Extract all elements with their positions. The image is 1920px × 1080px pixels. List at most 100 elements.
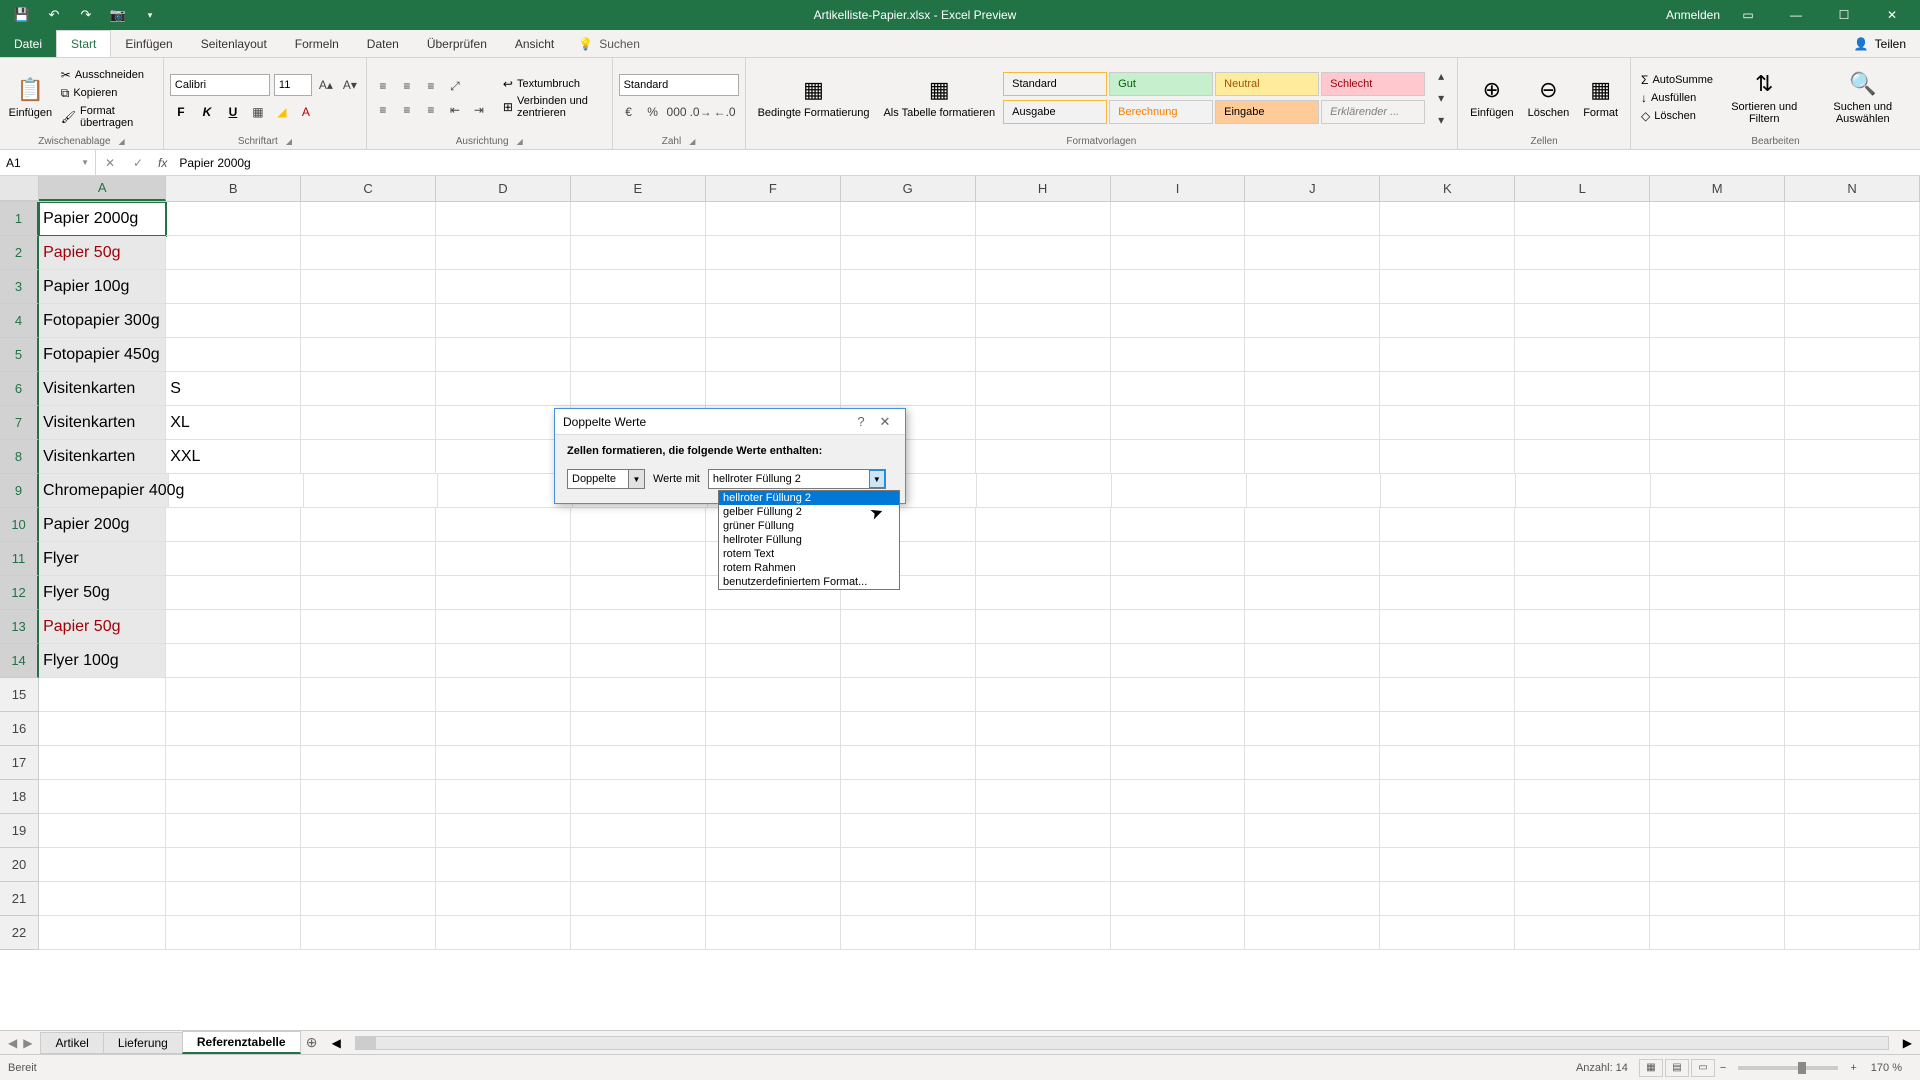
cell[interactable] — [1785, 848, 1920, 882]
grow-font-icon[interactable]: A▴ — [316, 75, 336, 95]
cell[interactable] — [841, 678, 976, 712]
cell[interactable] — [976, 270, 1111, 304]
cell[interactable] — [1380, 712, 1515, 746]
insert-cells-button[interactable]: ⊕Einfügen — [1464, 63, 1519, 133]
autosum-button[interactable]: ΣAutoSumme — [1637, 72, 1717, 88]
cell[interactable] — [166, 916, 301, 950]
cell[interactable] — [1785, 304, 1920, 338]
cell[interactable] — [1111, 780, 1246, 814]
cell[interactable] — [706, 916, 841, 950]
cell[interactable] — [1650, 916, 1785, 950]
cell[interactable]: Papier 100g — [39, 270, 166, 304]
cell[interactable] — [1380, 814, 1515, 848]
find-select-button[interactable]: 🔍Suchen und Auswählen — [1811, 63, 1914, 133]
cell[interactable] — [1380, 576, 1515, 610]
zoom-out-icon[interactable]: − — [1716, 1062, 1730, 1074]
style-bad[interactable]: Schlecht — [1321, 72, 1425, 96]
tab-home[interactable]: Start — [56, 30, 111, 57]
grid-body[interactable]: 1Papier 2000g2Papier 50g3Papier 100g4Fot… — [0, 202, 1920, 1036]
view-page-break-icon[interactable]: ▭ — [1691, 1059, 1715, 1077]
cell[interactable] — [166, 780, 301, 814]
cell[interactable] — [1785, 202, 1920, 236]
cell[interactable] — [301, 406, 436, 440]
tab-layout[interactable]: Seitenlayout — [187, 30, 281, 57]
cell[interactable] — [436, 644, 571, 678]
cell[interactable] — [1380, 508, 1515, 542]
indent-dec-icon[interactable]: ⇤ — [445, 100, 465, 120]
cell[interactable] — [1785, 474, 1920, 508]
formula-input[interactable] — [173, 156, 1920, 170]
cell[interactable] — [39, 780, 166, 814]
cell[interactable] — [1245, 440, 1380, 474]
column-header-H[interactable]: H — [976, 176, 1111, 201]
ribbon-options-icon[interactable]: ▭ — [1728, 0, 1768, 30]
cell[interactable] — [1380, 746, 1515, 780]
cell[interactable] — [39, 712, 166, 746]
cell[interactable] — [1650, 780, 1785, 814]
cell[interactable] — [436, 236, 571, 270]
cell[interactable] — [1247, 474, 1382, 508]
cell[interactable] — [1111, 508, 1246, 542]
format-as-table-button[interactable]: ▦ Als Tabelle formatieren — [877, 63, 1001, 133]
column-header-L[interactable]: L — [1515, 176, 1650, 201]
shrink-font-icon[interactable]: A▾ — [340, 75, 360, 95]
cell[interactable] — [706, 780, 841, 814]
cell[interactable] — [1650, 270, 1785, 304]
cell[interactable] — [1111, 440, 1246, 474]
cell[interactable] — [976, 440, 1111, 474]
cell[interactable] — [706, 678, 841, 712]
cell[interactable] — [1650, 814, 1785, 848]
row-header[interactable]: 19 — [0, 814, 39, 848]
cell[interactable] — [1650, 236, 1785, 270]
dropdown-option[interactable]: hellroter Füllung — [719, 533, 899, 547]
cell[interactable] — [1515, 644, 1650, 678]
cell[interactable] — [1111, 610, 1246, 644]
number-launcher-icon[interactable]: ◢ — [689, 137, 695, 146]
cell[interactable] — [301, 270, 436, 304]
italic-button[interactable]: K — [196, 102, 218, 122]
cell[interactable] — [1650, 712, 1785, 746]
cell[interactable] — [1111, 542, 1246, 576]
increase-decimal-icon[interactable]: .0→ — [691, 102, 711, 122]
cell[interactable] — [1516, 474, 1651, 508]
cell[interactable]: Fotopapier 450g — [39, 338, 166, 372]
cell[interactable] — [841, 746, 976, 780]
zoom-slider[interactable] — [1738, 1066, 1838, 1070]
cell[interactable] — [977, 474, 1112, 508]
cell[interactable]: Visitenkarten — [39, 406, 166, 440]
cell[interactable] — [436, 338, 571, 372]
cell[interactable] — [1380, 304, 1515, 338]
column-header-I[interactable]: I — [1111, 176, 1246, 201]
dropdown-option[interactable]: gelber Füllung 2 — [719, 505, 899, 519]
row-header[interactable]: 16 — [0, 712, 39, 746]
cell[interactable] — [169, 474, 304, 508]
row-header[interactable]: 10 — [0, 508, 39, 542]
cell[interactable] — [841, 814, 976, 848]
cell[interactable] — [1380, 440, 1515, 474]
row-header[interactable]: 9 — [0, 474, 39, 508]
tab-formulas[interactable]: Formeln — [281, 30, 353, 57]
dropdown-option[interactable]: rotem Rahmen — [719, 561, 899, 575]
duplicate-type-select[interactable]: Doppelte ▼ — [567, 469, 645, 489]
sheet-nav-next-icon[interactable]: ▶ — [23, 1036, 32, 1050]
align-top-icon[interactable]: ≡ — [373, 76, 393, 96]
cell[interactable] — [1650, 338, 1785, 372]
number-format-select[interactable] — [619, 74, 739, 96]
dialog-close-icon[interactable]: ✕ — [873, 414, 897, 430]
cell[interactable] — [706, 372, 841, 406]
cell[interactable] — [1515, 372, 1650, 406]
cell[interactable] — [39, 814, 166, 848]
cell[interactable] — [1515, 304, 1650, 338]
cell[interactable] — [571, 372, 706, 406]
orientation-icon[interactable]: ⤢ — [445, 76, 465, 96]
cell[interactable] — [166, 202, 301, 236]
cell[interactable] — [841, 236, 976, 270]
style-good[interactable]: Gut — [1109, 72, 1213, 96]
enter-formula-icon[interactable]: ✓ — [124, 156, 152, 170]
cell[interactable] — [1785, 814, 1920, 848]
cell[interactable] — [706, 304, 841, 338]
cell[interactable] — [1515, 712, 1650, 746]
cell[interactable] — [301, 304, 436, 338]
cell[interactable] — [976, 576, 1111, 610]
cell[interactable] — [976, 542, 1111, 576]
